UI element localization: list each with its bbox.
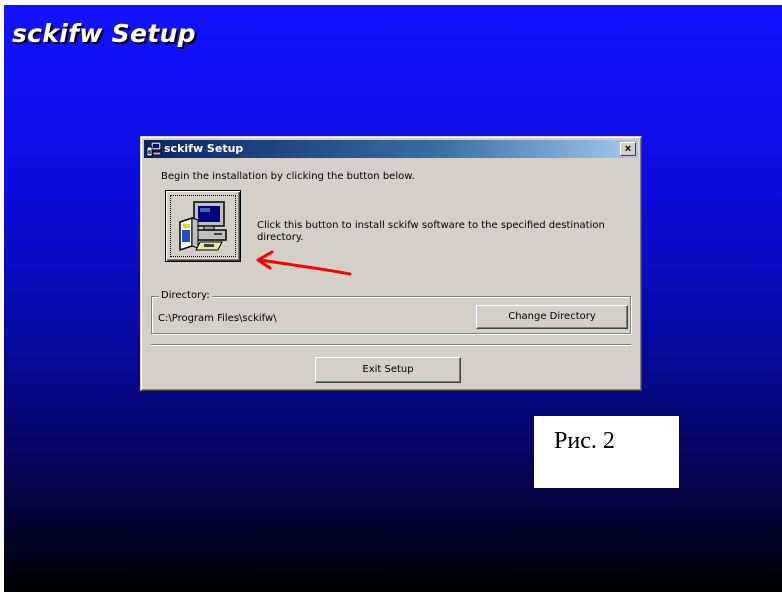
install-description: Click this button to install sckifw soft… <box>257 220 605 243</box>
directory-label: Directory: <box>159 290 212 301</box>
setup-dialog: sckifw Setup × Begin the installation by… <box>140 136 642 391</box>
directory-path: C:\Program Files\sckifw\ <box>158 313 277 324</box>
directory-groupbox: Directory: C:\Program Files\sckifw\ Chan… <box>151 290 631 334</box>
exit-setup-button[interactable]: Exit Setup <box>315 357 461 383</box>
dialog-title: sckifw Setup <box>164 142 244 155</box>
change-directory-button[interactable]: Change Directory <box>476 305 628 329</box>
close-icon: × <box>624 143 632 155</box>
figure-caption: Рис. 2 <box>554 428 615 454</box>
computer-install-icon <box>179 201 227 252</box>
red-arrow-annotation <box>256 250 352 276</box>
close-button[interactable]: × <box>620 142 636 156</box>
dialog-titlebar[interactable]: sckifw Setup × <box>144 140 638 158</box>
instruction-text: Begin the installation by clicking the b… <box>161 171 415 182</box>
setup-app-icon <box>146 141 162 157</box>
figure-caption-box: Рис. 2 <box>534 416 679 488</box>
setup-banner-title: sckifw Setup <box>12 19 196 48</box>
install-button[interactable] <box>165 190 241 262</box>
dialog-separator <box>151 344 631 346</box>
